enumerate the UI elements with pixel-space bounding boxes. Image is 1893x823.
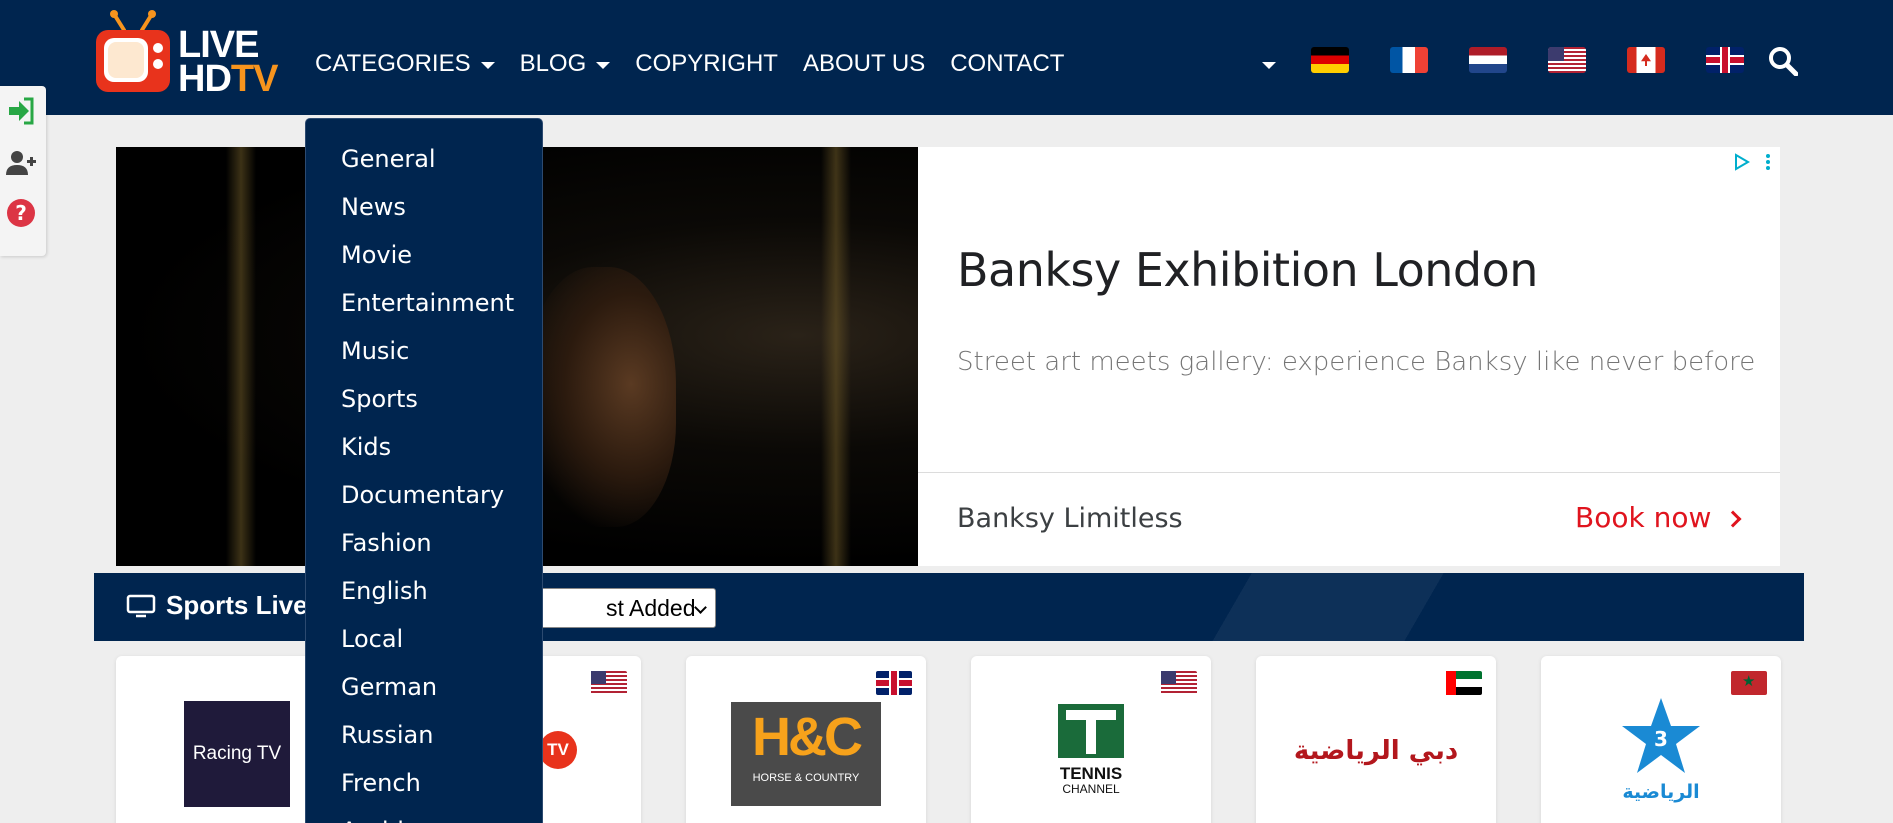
channel-logo-tennis-channel: TENNIS CHANNEL — [1056, 702, 1126, 806]
chevron-down-icon — [694, 601, 707, 614]
logo-tv: TV — [230, 58, 279, 100]
channel-logo-arryadia: 3 الرياضية — [1611, 696, 1711, 803]
nav-categories[interactable]: CATEGORIES — [315, 50, 495, 78]
nav-categories-label: CATEGORIES — [315, 50, 471, 77]
menu-item-german[interactable]: German — [306, 667, 542, 715]
tv-logo-icon — [96, 10, 170, 92]
sign-in-icon[interactable] — [6, 96, 36, 126]
menu-item-kids[interactable]: Kids — [306, 427, 542, 475]
channel-logo-text: TENNIS — [1059, 764, 1123, 783]
adchoices-icon[interactable] — [1733, 152, 1773, 172]
channel-card[interactable]: TENNIS CHANNEL — [971, 656, 1211, 823]
logo-hd: HD — [178, 58, 232, 100]
channel-logo-racing-tv: Racing TV — [184, 701, 290, 807]
ad-description: Street art meets gallery: experience Ban… — [957, 347, 1756, 377]
ad-image-portrait — [526, 267, 676, 527]
flag-france-icon[interactable] — [1390, 47, 1428, 73]
categories-dropdown-menu: General News Movie Entertainment Music S… — [305, 118, 543, 823]
menu-item-sports[interactable]: Sports — [306, 379, 542, 427]
menu-item-arabic[interactable]: Arabic — [306, 811, 542, 823]
menu-item-news[interactable]: News — [306, 187, 542, 235]
side-toolbar: ? — [0, 86, 46, 256]
search-icon[interactable] — [1768, 46, 1798, 76]
flag-morocco-icon — [1731, 671, 1767, 695]
flag-canada-icon[interactable] — [1627, 47, 1665, 73]
menu-item-fashion[interactable]: Fashion — [306, 523, 542, 571]
channel-card[interactable]: H&C HORSE & COUNTRY — [686, 656, 926, 823]
tennis-channel-logo-icon — [1058, 704, 1124, 758]
menu-item-music[interactable]: Music — [306, 331, 542, 379]
ad-image-curtain — [226, 147, 256, 566]
menu-item-movie[interactable]: Movie — [306, 235, 542, 283]
flag-usa-icon — [591, 671, 627, 695]
ad-title[interactable]: Banksy Exhibition London — [957, 243, 1538, 297]
nav-blog-label: BLOG — [519, 50, 587, 77]
ad-book-now-button[interactable]: Book now — [1575, 501, 1742, 534]
channel-card[interactable]: دبي الرياضية — [1256, 656, 1496, 823]
ad-advertiser: Banksy Limitless — [957, 503, 1183, 534]
menu-item-french[interactable]: French — [306, 763, 542, 811]
menu-item-general[interactable]: General — [306, 139, 542, 187]
flag-uk-icon[interactable] — [1706, 47, 1744, 73]
site-header: LIVE HDTV CATEGORIES BLOG COPYRIGHT ABOU… — [0, 0, 1893, 115]
svg-text:?: ? — [15, 201, 27, 225]
menu-item-documentary[interactable]: Documentary — [306, 475, 542, 523]
menu-item-russian[interactable]: Russian — [306, 715, 542, 763]
nav-blog[interactable]: BLOG — [520, 50, 611, 78]
user-plus-icon[interactable] — [6, 148, 36, 178]
site-logo[interactable]: LIVE HDTV — [94, 10, 294, 100]
caret-down-icon — [596, 61, 611, 69]
channel-logo-text: H&C — [752, 707, 863, 767]
language-dropdown-caret-icon[interactable] — [1262, 62, 1276, 69]
channel-logo-text: الرياضية — [1622, 781, 1700, 803]
caret-down-icon — [480, 61, 495, 69]
channel-logo-subtitle: HORSE & COUNTRY — [752, 772, 860, 784]
section-title: Sports Live — [126, 590, 308, 621]
star-logo-icon: 3 — [1622, 698, 1700, 773]
channel-logo-horse-and-country: H&C HORSE & COUNTRY — [731, 702, 881, 806]
ad-image-curtain — [821, 147, 851, 566]
menu-item-local[interactable]: Local — [306, 619, 542, 667]
flag-usa-icon — [1161, 671, 1197, 695]
section-title-text: Sports Live — [166, 590, 308, 620]
help-icon[interactable]: ? — [6, 198, 36, 228]
channel-card[interactable]: 3 الرياضية — [1541, 656, 1781, 823]
flag-uae-icon — [1446, 671, 1482, 695]
flag-germany-icon[interactable] — [1311, 47, 1349, 73]
channel-logo-tv: TV — [539, 731, 577, 769]
channel-logo-subtitle: CHANNEL — [1062, 782, 1120, 796]
svg-text:3: 3 — [1654, 727, 1668, 751]
chevron-right-icon — [1724, 510, 1742, 527]
logo-wordmark: LIVE HDTV — [178, 24, 278, 98]
nav-copyright[interactable]: COPYRIGHT — [635, 50, 778, 78]
ad-cta-label: Book now — [1575, 501, 1712, 534]
nav-contact[interactable]: CONTACT — [950, 50, 1064, 78]
main-nav: CATEGORIES BLOG COPYRIGHT ABOUT US CONTA… — [315, 0, 1089, 128]
menu-item-entertainment[interactable]: Entertainment — [306, 283, 542, 331]
flag-netherlands-icon[interactable] — [1469, 47, 1507, 73]
logo-line1: LIVE — [178, 24, 259, 66]
menu-item-english[interactable]: English — [306, 571, 542, 619]
channel-logo-dubai-sports: دبي الرياضية — [1293, 736, 1459, 766]
sort-select-value: st Added — [606, 594, 696, 621]
flag-uk-icon — [876, 671, 912, 695]
nav-about-us[interactable]: ABOUT US — [803, 50, 925, 78]
channel-logo-text: Racing TV — [192, 743, 282, 764]
channel-logo-text: TV — [547, 740, 569, 759]
ad-divider — [918, 472, 1780, 473]
flag-usa-icon[interactable] — [1548, 47, 1586, 73]
monitor-icon — [126, 594, 156, 617]
